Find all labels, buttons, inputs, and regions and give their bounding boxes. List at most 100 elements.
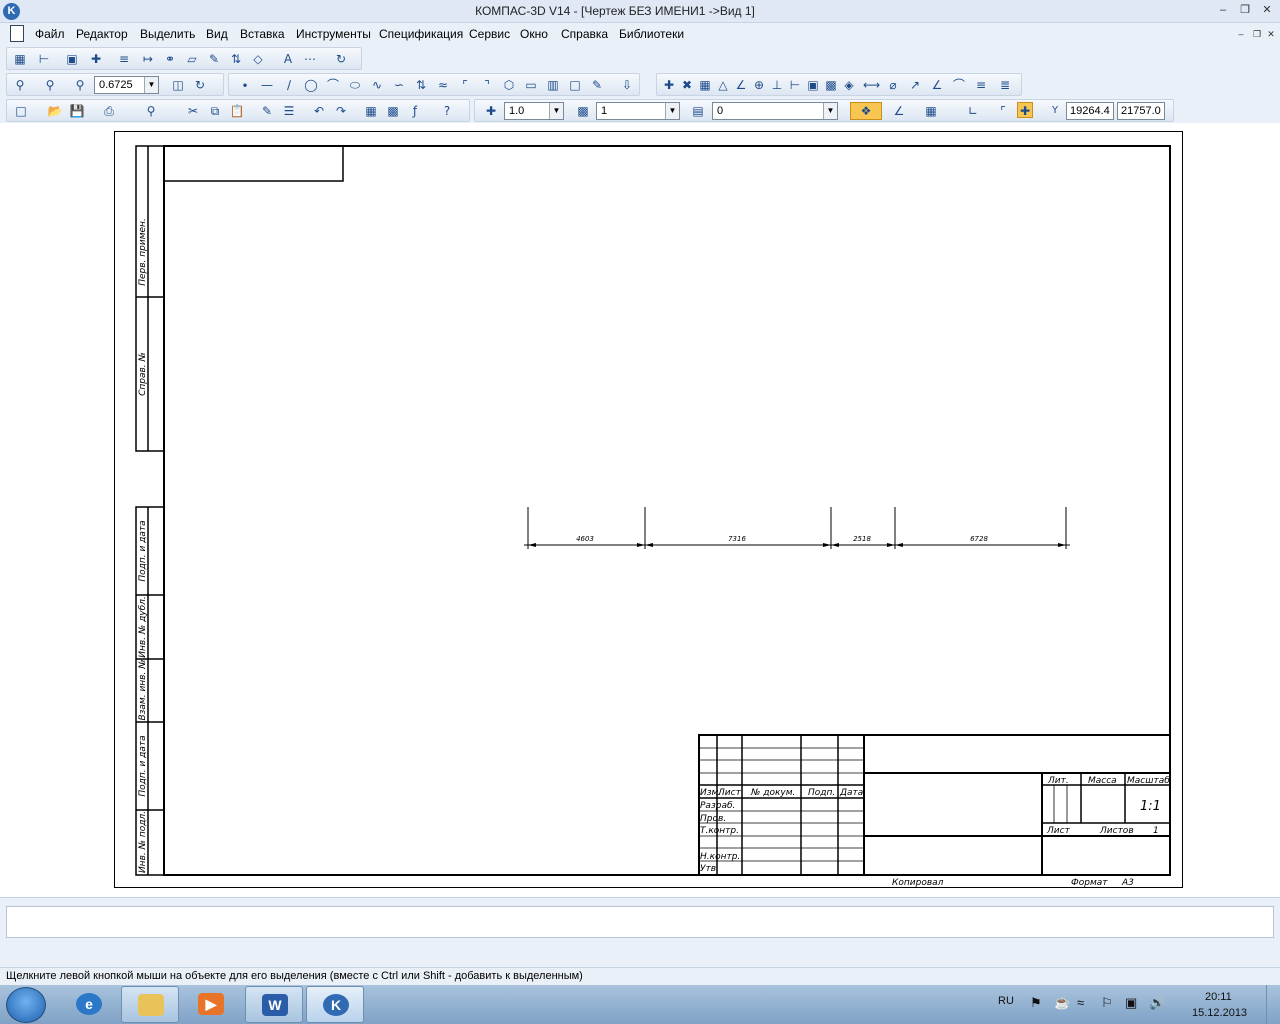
style-combo[interactable]: 0 ▼ bbox=[712, 102, 838, 120]
undo-icon[interactable]: ↶ bbox=[311, 103, 327, 119]
ortho-icon[interactable]: ∠ bbox=[891, 103, 907, 119]
parametrization-icon[interactable]: ≡ bbox=[116, 51, 132, 67]
refresh-icon[interactable]: ↻ bbox=[333, 51, 349, 67]
variables-icon[interactable]: ƒ bbox=[407, 103, 423, 119]
menu-view[interactable]: Вид bbox=[206, 27, 228, 41]
grid-icon[interactable]: ▦ bbox=[923, 103, 939, 119]
minimize-button[interactable]: – bbox=[1214, 3, 1232, 19]
menu-window[interactable]: Окно bbox=[520, 27, 548, 41]
dimension-text[interactable]: 7316 bbox=[728, 535, 746, 543]
menu-help[interactable]: Справка bbox=[561, 27, 608, 41]
dim-diameter-icon[interactable]: ⌀ bbox=[885, 77, 901, 93]
snap-tangent-icon[interactable]: ⊥ bbox=[769, 77, 785, 93]
tray-shield-icon[interactable]: ⚑ bbox=[1030, 995, 1042, 1011]
snap-intersect-icon[interactable]: ✖ bbox=[679, 77, 695, 93]
help-cursor-icon[interactable]: ? bbox=[439, 103, 455, 119]
dim-chain-icon[interactable]: ≡ bbox=[973, 77, 989, 93]
drawing-sheet[interactable]: Перв. примен. Справ. № Подп. и дата Инв.… bbox=[114, 131, 1183, 888]
redraw-icon[interactable]: ↻ bbox=[192, 77, 208, 93]
chevron-down-icon[interactable]: ▼ bbox=[823, 103, 837, 119]
restore-button[interactable]: ❐ bbox=[1236, 3, 1254, 19]
point-icon[interactable]: ∙ bbox=[237, 77, 253, 93]
manager-icon[interactable]: ▦ bbox=[363, 103, 379, 119]
save-icon[interactable]: 💾 bbox=[69, 103, 85, 119]
zoom-combo[interactable]: 0.6725 ▼ bbox=[94, 76, 159, 94]
collect-contour-icon[interactable]: ⇩ bbox=[619, 77, 635, 93]
menu-select[interactable]: Выделить bbox=[140, 27, 195, 41]
round-icon[interactable]: ✚ bbox=[1017, 102, 1033, 118]
snap-angle-icon[interactable]: ∠ bbox=[733, 77, 749, 93]
macro-icon[interactable]: ⋯ bbox=[302, 51, 318, 67]
symbols-icon[interactable]: ▣ bbox=[64, 51, 80, 67]
bezier-icon[interactable]: ≈ bbox=[435, 77, 451, 93]
segment-icon[interactable]: ∕ bbox=[281, 77, 297, 93]
auxiliary-line-icon[interactable]: — bbox=[259, 77, 275, 93]
tray-java-icon[interactable]: ☕ bbox=[1054, 995, 1070, 1011]
start-button[interactable] bbox=[6, 987, 46, 1023]
command-input[interactable] bbox=[6, 906, 1274, 938]
snap-center-icon[interactable]: ⊕ bbox=[751, 77, 767, 93]
dim-base-icon[interactable]: ≣ bbox=[997, 77, 1013, 93]
open-folder-icon[interactable]: 📂 bbox=[47, 103, 63, 119]
step-icon[interactable]: ✚ bbox=[483, 103, 499, 119]
dim-arc-icon[interactable]: ⌒ bbox=[951, 77, 967, 93]
polygon-icon[interactable]: ⬡ bbox=[501, 77, 517, 93]
spline-icon[interactable]: ∿ bbox=[369, 77, 385, 93]
snap-quadrant-icon[interactable]: ▩ bbox=[823, 77, 839, 93]
snap-nearest-icon[interactable]: ✚ bbox=[661, 77, 677, 93]
tray-network-icon[interactable]: ≈ bbox=[1077, 995, 1084, 1010]
dimensions-icon[interactable]: ⊢ bbox=[36, 51, 52, 67]
dim-angle-icon[interactable]: ∠ bbox=[929, 77, 945, 93]
ellipse-icon[interactable]: ⬭ bbox=[347, 77, 363, 93]
curve-icon[interactable]: ∽ bbox=[391, 77, 407, 93]
taskbar-media[interactable]: ▶ bbox=[182, 986, 240, 1023]
snap-extension-icon[interactable]: ◈ bbox=[841, 77, 857, 93]
rectangle-icon[interactable]: ▭ bbox=[523, 77, 539, 93]
clock-time[interactable]: 20:11 bbox=[1205, 991, 1232, 1003]
list-icon[interactable]: ☰ bbox=[281, 103, 297, 119]
dim-linear-icon[interactable]: ⟷ bbox=[863, 77, 880, 93]
snaps-toggle-icon[interactable]: ❖ bbox=[850, 102, 882, 120]
doc-close-button[interactable]: ✕ bbox=[1262, 27, 1280, 43]
menu-libraries[interactable]: Библиотеки bbox=[619, 27, 684, 41]
geometry-icon[interactable]: ▦ bbox=[12, 51, 28, 67]
chamfer-icon[interactable]: ⌝ bbox=[479, 77, 495, 93]
dimension-text[interactable]: 6728 bbox=[970, 535, 988, 543]
layer-icon[interactable]: ▩ bbox=[575, 103, 591, 119]
properties-icon[interactable]: ✎ bbox=[259, 103, 275, 119]
taskbar-kompas[interactable]: K bbox=[306, 986, 364, 1023]
show-desktop-button[interactable] bbox=[1266, 985, 1280, 1024]
tray-volume-icon[interactable]: 🔊 bbox=[1149, 995, 1165, 1011]
snap-middle-icon[interactable]: △ bbox=[715, 77, 731, 93]
chevron-down-icon[interactable]: ▼ bbox=[549, 103, 563, 119]
scale-value[interactable]: 1:1 bbox=[1140, 799, 1161, 814]
contour-icon[interactable]: □ bbox=[567, 77, 583, 93]
cut-icon[interactable]: ✂ bbox=[185, 103, 201, 119]
menu-editor[interactable]: Редактор bbox=[76, 27, 128, 41]
taskbar-ie[interactable]: e bbox=[60, 986, 118, 1023]
pan-icon[interactable]: ◫ bbox=[170, 77, 186, 93]
language-indicator[interactable]: RU bbox=[998, 995, 1014, 1007]
chevron-down-icon[interactable]: ▼ bbox=[144, 77, 158, 93]
insert-icon[interactable]: ◇ bbox=[250, 51, 266, 67]
arc-icon[interactable]: ⌒ bbox=[325, 77, 341, 93]
spec-icon[interactable]: ✎ bbox=[206, 51, 222, 67]
taskbar-explorer[interactable] bbox=[121, 986, 179, 1023]
coord-y-field[interactable]: 21757.0 bbox=[1117, 102, 1165, 120]
circle-icon[interactable]: ◯ bbox=[303, 77, 319, 93]
equidistant-icon[interactable]: ✎ bbox=[589, 77, 605, 93]
style-icon[interactable]: ▤ bbox=[690, 103, 706, 119]
zoom-window-icon[interactable]: ⚲ bbox=[12, 77, 28, 93]
tray-monitor-icon[interactable]: ▣ bbox=[1125, 995, 1137, 1011]
hatch-icon[interactable]: ▥ bbox=[545, 77, 561, 93]
snap-normal-icon[interactable]: ⊢ bbox=[787, 77, 803, 93]
measure-icon[interactable]: ↦ bbox=[140, 51, 156, 67]
paste-icon[interactable]: 📋 bbox=[229, 103, 245, 119]
clock-date[interactable]: 15.12.2013 bbox=[1192, 1007, 1247, 1019]
dimension-text[interactable]: 2518 bbox=[853, 535, 871, 543]
menu-tools[interactable]: Инструменты bbox=[296, 27, 371, 41]
document-icon[interactable] bbox=[10, 25, 24, 42]
snap-grid-icon[interactable]: ▦ bbox=[697, 77, 713, 93]
select-icon[interactable]: ⚭ bbox=[162, 51, 178, 67]
fillet-icon[interactable]: ⌜ bbox=[457, 77, 473, 93]
